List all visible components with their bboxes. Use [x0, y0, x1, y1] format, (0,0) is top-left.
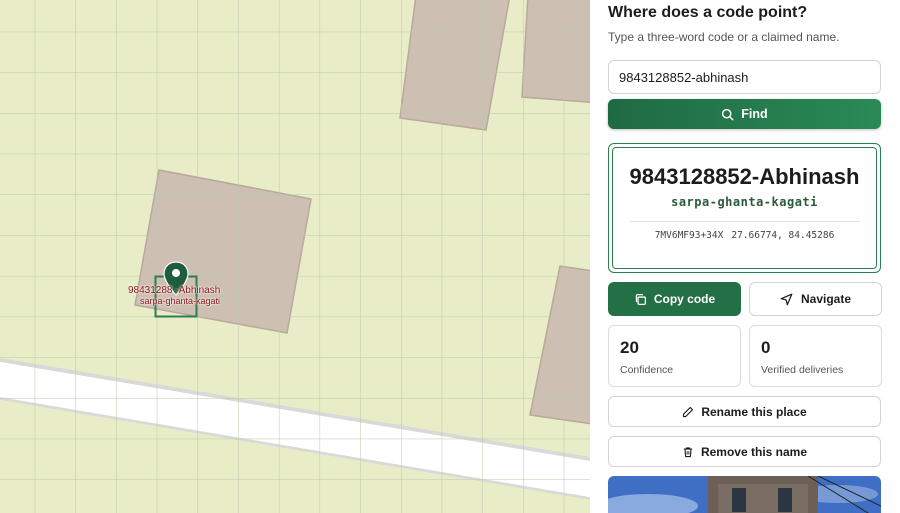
result-name: 9843128852-Abhinash: [629, 164, 860, 189]
rename-label: Rename this place: [701, 404, 807, 419]
stat-value: 20: [620, 338, 639, 357]
find-button-label: Find: [741, 107, 768, 121]
marker-words-label: sarpa-ghanta-kagati: [140, 296, 221, 306]
copy-code-label: Copy code: [653, 292, 716, 306]
rename-place-button[interactable]: Rename this place: [608, 396, 881, 427]
result-meta: 7MV6MF93+34X 27.66774, 84.45286: [613, 230, 876, 241]
place-photo-image: [608, 476, 881, 513]
coordinates: 27.66774, 84.45286: [731, 230, 835, 241]
plus-code: 7MV6MF93+34X: [654, 230, 724, 241]
action-row: Copy code Navigate: [608, 282, 882, 316]
find-button[interactable]: Find: [608, 99, 881, 129]
search-icon: [722, 108, 734, 121]
grid-overlay: [0, 0, 590, 513]
map-view[interactable]: 98431288 -Abhinash sarpa-ghanta-kagati: [0, 0, 590, 513]
remove-label: Remove this name: [700, 444, 808, 459]
panel-subtitle: Type a three-word code or a claimed name…: [608, 30, 840, 44]
remove-name-button[interactable]: Remove this name: [608, 436, 881, 467]
stat-verified-deliveries: 0 Verified deliveries: [749, 325, 882, 387]
place-photo[interactable]: [608, 476, 881, 513]
stat-confidence: 20 Confidence: [608, 325, 741, 387]
marker-name-label: 98431288 -Abhinash: [128, 285, 221, 296]
stat-label: Verified deliveries: [761, 364, 844, 376]
copy-icon: [635, 293, 646, 305]
panel-title: Where does a code point?: [608, 4, 808, 21]
navigate-label: Navigate: [800, 292, 852, 306]
result-card: 9843128852-Abhinash sarpa-ghanta-kagati …: [608, 143, 881, 273]
result-words: sarpa-ghanta-kagati: [671, 195, 818, 209]
result-card-inner: 9843128852-Abhinash sarpa-ghanta-kagati …: [612, 147, 877, 269]
trash-icon: [683, 446, 693, 457]
stat-label: Confidence: [620, 364, 674, 376]
stats-row: 20 Confidence 0 Verified deliveries: [608, 325, 882, 387]
stat-value: 0: [761, 338, 771, 357]
navigation-arrow-icon: [780, 293, 793, 305]
copy-code-button[interactable]: Copy code: [608, 282, 741, 316]
map-canvas[interactable]: [0, 0, 590, 513]
side-panel: Where does a code point? Type a three-wo…: [590, 0, 900, 513]
navigate-button[interactable]: Navigate: [749, 282, 882, 316]
search-input[interactable]: [608, 60, 881, 94]
app-root: 98431288 -Abhinash sarpa-ghanta-kagati W…: [0, 0, 900, 513]
pencil-icon: [683, 406, 694, 417]
result-divider: [629, 221, 860, 222]
